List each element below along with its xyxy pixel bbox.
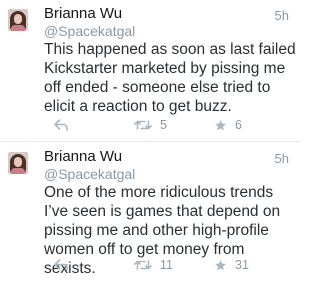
tweet-timestamp[interactable]: 5h bbox=[275, 151, 289, 166]
reply-button[interactable] bbox=[54, 256, 68, 274]
user-handle[interactable]: @Spacekatgal bbox=[44, 166, 135, 182]
star-icon bbox=[214, 119, 227, 132]
tweet-actions: 5 6 bbox=[44, 116, 296, 134]
avatar-shirt bbox=[11, 25, 25, 31]
retweet-count: 11 bbox=[160, 258, 173, 272]
tweet-1[interactable]: Brianna Wu @Spacekatgal 5h This happened… bbox=[0, 0, 300, 142]
star-icon bbox=[214, 259, 227, 272]
retweet-button[interactable]: 5 bbox=[134, 116, 167, 134]
tweet-2[interactable]: Brianna Wu @Spacekatgal 5h One of the mo… bbox=[0, 143, 300, 281]
retweet-icon bbox=[134, 259, 152, 271]
retweet-button[interactable]: 11 bbox=[134, 256, 173, 274]
avatar-shirt bbox=[11, 168, 25, 174]
reply-icon bbox=[54, 259, 68, 271]
tweet-actions: 11 31 bbox=[44, 256, 296, 274]
tweet-text: This happened as soon as last failed Kic… bbox=[44, 41, 296, 115]
user-name[interactable]: Brianna Wu bbox=[44, 5, 122, 22]
reply-icon bbox=[54, 119, 68, 131]
avatar[interactable] bbox=[8, 9, 28, 31]
favorite-button[interactable]: 31 bbox=[214, 256, 249, 274]
reply-button[interactable] bbox=[54, 116, 68, 134]
user-handle[interactable]: @Spacekatgal bbox=[44, 23, 135, 39]
avatar-face bbox=[14, 14, 22, 24]
retweet-count: 5 bbox=[160, 118, 167, 132]
avatar[interactable] bbox=[8, 152, 28, 174]
favorite-count: 6 bbox=[235, 118, 242, 132]
favorite-button[interactable]: 6 bbox=[214, 116, 242, 134]
retweet-icon bbox=[134, 119, 152, 131]
tweet-timestamp[interactable]: 5h bbox=[275, 8, 289, 23]
favorite-count: 31 bbox=[235, 258, 249, 272]
avatar-face bbox=[14, 157, 22, 167]
tweet-divider bbox=[0, 141, 300, 142]
user-name[interactable]: Brianna Wu bbox=[44, 148, 122, 165]
